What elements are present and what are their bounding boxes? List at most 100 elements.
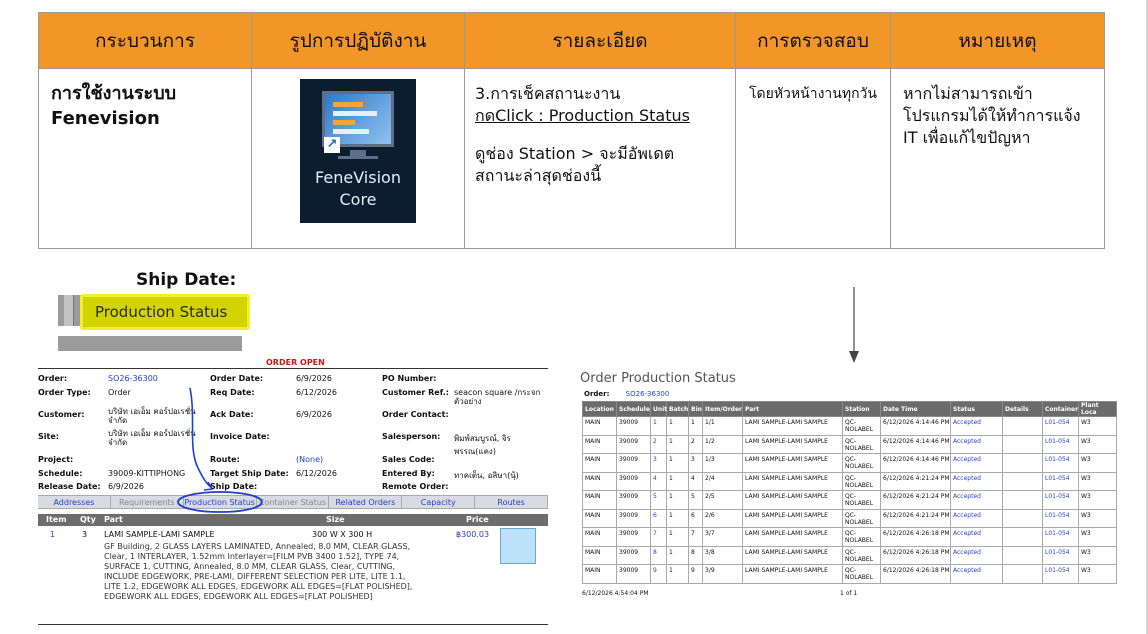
production-cell: LAMI SAMPLE-LAMI SAMPLE — [742, 527, 843, 547]
production-cell: W3 — [1078, 471, 1117, 491]
production-cell: 1 — [666, 471, 689, 491]
production-cell: W3 — [1078, 453, 1117, 473]
header-process: กระบวนการ — [38, 12, 252, 69]
production-status-title: Order Production Status — [580, 371, 736, 386]
header-detail: รายละเอียด — [464, 12, 736, 69]
app-name-line-2: Core — [339, 190, 377, 209]
production-cell[interactable]: L01-054 — [1042, 527, 1079, 547]
production-cell[interactable]: L01-054 — [1042, 564, 1079, 584]
production-cell: 6 — [688, 508, 703, 528]
production-cell: 6/12/2026 4:26:18 PM — [880, 564, 951, 584]
production-order-label: Order: — [584, 390, 610, 398]
production-cell: QC-NOLABEL — [842, 527, 881, 547]
production-cell: 39009 — [616, 564, 651, 584]
production-row[interactable]: MAIN 39009 8 1 8 3/8 LAMI SAMPLE-LAMI SAMPLE QC… — [582, 545, 1117, 565]
production-cell: W3 — [1078, 434, 1117, 454]
production-cell[interactable]: 3 — [650, 453, 667, 473]
production-cell[interactable]: Accepted — [950, 527, 1003, 547]
production-cell: 1 — [688, 416, 703, 436]
production-cell[interactable]: 7 — [650, 527, 667, 547]
production-cell[interactable]: 4 — [650, 471, 667, 491]
production-cell: QC-NOLABEL — [842, 564, 881, 584]
production-row[interactable]: MAIN 39009 6 1 6 2/6 LAMI SAMPLE-LAMI SAMPLE QC… — [582, 508, 1117, 528]
production-row[interactable]: MAIN 39009 7 1 7 3/7 LAMI SAMPLE-LAMI SAMPLE QC… — [582, 527, 1117, 547]
production-cell[interactable]: Accepted — [950, 434, 1003, 454]
production-row[interactable]: MAIN 39009 1 1 1 1/1 LAMI SAMPLE-LAMI SAMPLE QC… — [582, 416, 1117, 436]
production-cell: 39009 — [616, 527, 651, 547]
fenevision-app-icon[interactable]: ↗ FeneVision Core — [300, 79, 416, 223]
document-page: กระบวนการ รูปการปฏิบัติงาน รายละเอียด กา… — [0, 0, 1148, 634]
production-cell — [1002, 434, 1043, 454]
production-cell[interactable]: L01-054 — [1042, 416, 1079, 436]
production-cell: W3 — [1078, 545, 1117, 565]
production-cell: QC-NOLABEL — [842, 490, 881, 510]
production-cell: 6/12/2026 4:21:24 PM — [880, 490, 951, 510]
production-cell: 1 — [666, 527, 689, 547]
production-cell[interactable]: Accepted — [950, 416, 1003, 436]
production-row[interactable]: MAIN 39009 5 1 5 2/5 LAMI SAMPLE-LAMI SAMPLE QC… — [582, 490, 1117, 510]
production-cell: 6/12/2026 4:14:46 PM — [880, 416, 951, 436]
production-cell[interactable]: Accepted — [950, 453, 1003, 473]
production-cell[interactable]: L01-054 — [1042, 490, 1079, 510]
production-cell: 1 — [666, 508, 689, 528]
production-cell: 1/2 — [702, 434, 743, 454]
production-cell[interactable]: 2 — [650, 434, 667, 454]
production-cell[interactable]: L01-054 — [1042, 434, 1079, 454]
production-cell: MAIN — [582, 471, 617, 491]
detail-line-4: สถานะล่าสุดช่องนี้ — [475, 166, 602, 185]
production-cell[interactable]: Accepted — [950, 564, 1003, 584]
production-cell[interactable]: L01-054 — [1042, 453, 1079, 473]
production-col-header: Part — [742, 401, 843, 417]
production-col-header: Status — [950, 401, 1003, 417]
production-cell: LAMI SAMPLE-LAMI SAMPLE — [742, 508, 843, 528]
ship-date-label: Ship Date: — [136, 270, 237, 290]
production-cell[interactable]: L01-054 — [1042, 508, 1079, 528]
production-col-header: Date Time — [880, 401, 951, 417]
production-footer-page: 1 of 1 — [840, 590, 858, 597]
production-row[interactable]: MAIN 39009 2 1 2 1/2 LAMI SAMPLE-LAMI SAMPLE QC… — [582, 434, 1117, 454]
instruction-table: กระบวนการ รูปการปฏิบัติงาน รายละเอียด กา… — [38, 12, 1105, 249]
production-cell: W3 — [1078, 490, 1117, 510]
production-cell — [1002, 453, 1043, 473]
production-cell — [1002, 471, 1043, 491]
production-row[interactable]: MAIN 39009 3 1 3 1/3 LAMI SAMPLE-LAMI SAMPLE QC… — [582, 453, 1117, 473]
production-cell: MAIN — [582, 490, 617, 510]
production-row[interactable]: MAIN 39009 9 1 9 3/9 LAMI SAMPLE-LAMI SAMPLE QC… — [582, 564, 1117, 584]
production-cell: LAMI SAMPLE-LAMI SAMPLE — [742, 471, 843, 491]
production-cell[interactable]: 6 — [650, 508, 667, 528]
production-cell[interactable]: 5 — [650, 490, 667, 510]
production-cell: W3 — [1078, 508, 1117, 528]
production-cell: W3 — [1078, 564, 1117, 584]
production-cell[interactable]: L01-054 — [1042, 471, 1079, 491]
production-cell: 3/9 — [702, 564, 743, 584]
production-cell — [1002, 527, 1043, 547]
detail-line-2: กดClick : Production Status — [475, 106, 690, 125]
production-col-header: Container — [1042, 401, 1079, 417]
production-cell[interactable]: Accepted — [950, 508, 1003, 528]
production-cell[interactable]: 9 — [650, 564, 667, 584]
production-cell: 5 — [688, 490, 703, 510]
production-cell: 39009 — [616, 416, 651, 436]
production-cell[interactable]: Accepted — [950, 471, 1003, 491]
production-cell[interactable]: Accepted — [950, 545, 1003, 565]
production-status-highlight[interactable]: Production Status — [80, 294, 250, 330]
production-cell[interactable]: 1 — [650, 416, 667, 436]
production-cell: MAIN — [582, 508, 617, 528]
production-cell: LAMI SAMPLE-LAMI SAMPLE — [742, 490, 843, 510]
production-cell[interactable]: L01-054 — [1042, 545, 1079, 565]
production-order-value[interactable]: SO26-36300 — [626, 390, 670, 398]
tab-strip-lower — [58, 336, 242, 351]
production-cell: 1/3 — [702, 453, 743, 473]
production-cell: QC-NOLABEL — [842, 434, 881, 454]
production-status-table: Location Schedule Unit Batch Bin Item/Order Pa… — [582, 401, 1117, 584]
production-cell: 1 — [666, 434, 689, 454]
production-cell: LAMI SAMPLE-LAMI SAMPLE — [742, 564, 843, 584]
production-cell: 8 — [688, 545, 703, 565]
production-row[interactable]: MAIN 39009 4 1 4 2/4 LAMI SAMPLE-LAMI SAMPLE QC… — [582, 471, 1117, 491]
production-cell[interactable]: Accepted — [950, 490, 1003, 510]
production-col-header: Bin — [688, 401, 703, 417]
production-cell: 2/6 — [702, 508, 743, 528]
production-cell[interactable]: 8 — [650, 545, 667, 565]
check-cell: โดยหัวหน้างานทุกวัน — [735, 68, 891, 249]
production-cell: 6/12/2026 4:21:24 PM — [880, 471, 951, 491]
